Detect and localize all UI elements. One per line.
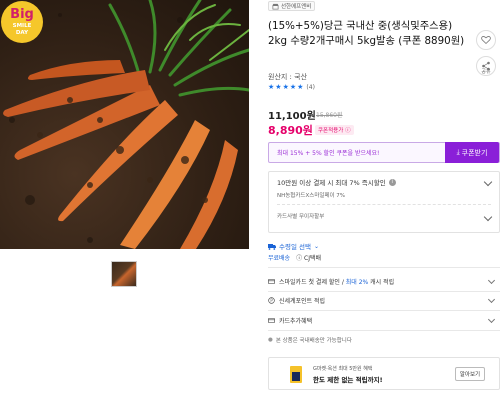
banner-subtitle: G마켓·옥션 최대 5만원 혜택 <box>313 366 373 372</box>
sale-price: 11,100원 <box>268 111 316 122</box>
divider <box>268 310 500 311</box>
download-icon: ⤓ <box>456 148 460 156</box>
badge-line1: Big <box>10 7 34 22</box>
thumbnail-image[interactable] <box>111 261 137 287</box>
card-extra-benefit-row[interactable]: 카드추가혜택 <box>268 312 500 328</box>
card-benefit-line1: 10만원 이상 결제 시 최대 7% 즉시할인 i <box>277 177 396 187</box>
chevron-down-icon[interactable] <box>483 177 493 187</box>
card-benefit-line2: NH농협카드X스마일페이 7% <box>277 193 346 199</box>
chevron-down-icon <box>487 295 496 304</box>
promo-banner[interactable]: G마켓·옥션 최대 5만원 혜택 한도 제한 없는 적립까지! 알아보기 <box>268 357 500 390</box>
product-info-panel: 선한에프엔비 (15%+5%)당근 국내산 중(생식및주스용) 2kg 수량2개… <box>268 0 500 405</box>
coupon-bar[interactable]: 최대 15% + 5% 할인 쿠폰을 받으세요! ⤓ 쿠폰받기 <box>268 142 500 163</box>
shinsegae-point-row[interactable]: P 신세계포인트 적립 <box>268 292 500 308</box>
card-icon <box>268 317 275 323</box>
domestic-only-text: 본 상품은 국내배송만 가능합니다 <box>275 338 352 344</box>
heart-icon <box>481 36 491 45</box>
smilecard-suffix: 캐시 적립 <box>368 278 395 286</box>
star-icon: ★ <box>289 83 297 91</box>
origin-text: 원산지 : 국산 <box>268 73 308 81</box>
courier-text: ⓘ CJ택배 <box>296 253 321 262</box>
wishlist-button[interactable] <box>476 30 496 50</box>
get-coupon-button[interactable]: ⤓ 쿠폰받기 <box>445 142 499 163</box>
badge-line2: SMILE <box>13 23 32 29</box>
chevron-down-icon <box>487 315 496 324</box>
chevron-down-icon: ⌄ <box>313 242 319 250</box>
card-extra-text: 카드추가혜택 <box>279 317 313 325</box>
divider <box>268 330 500 331</box>
rating[interactable]: ★ ★ ★ ★ ★ (4) <box>268 83 315 92</box>
courier-name: CJ택배 <box>304 255 322 262</box>
smilecard-prefix: 스마일카드 첫 결제 할인 / <box>279 278 346 286</box>
star-icon: ★ <box>268 83 275 91</box>
store-icon <box>272 3 279 9</box>
rating-count: (4) <box>306 84 315 91</box>
badge-line3: DAY <box>16 30 29 36</box>
credit-card-image <box>290 366 302 383</box>
delivery-date-select[interactable]: 수령일 선택 ⌄ <box>268 241 319 251</box>
coupon-bar-text: 최대 15% + 5% 할인 쿠폰을 받으세요! <box>277 150 380 157</box>
star-icon: ★ <box>297 83 304 91</box>
chevron-down-icon[interactable] <box>483 212 493 222</box>
coupon-price-tag[interactable]: 쿠폰적용가 ⓘ <box>315 125 354 135</box>
big-smile-day-badge: Big SMILE DAY <box>1 1 43 43</box>
free-shipping-text: 무료배송 <box>268 255 291 262</box>
divider <box>277 204 491 205</box>
coupon-price: 8,890원 <box>268 124 313 137</box>
divider <box>268 267 500 268</box>
card-benefit-headline: 10만원 이상 결제 시 최대 7% 즉시할인 <box>277 179 386 187</box>
smilecard-text: 스마일카드 첫 결제 할인 / 최대 2% 캐시 적립 <box>279 277 394 286</box>
domestic-only-notice: ● 본 상품은 국내배송만 가능합니다 <box>268 336 352 344</box>
star-icon: ★ <box>275 83 282 91</box>
seller-tag[interactable]: 선한에프엔비 <box>268 1 316 11</box>
info-icon: ● <box>268 337 273 343</box>
installment-text: 카드사별 무이자할부 <box>277 214 325 220</box>
coupon-tag-label: 쿠폰적용가 <box>318 128 344 134</box>
info-icon: ⓘ <box>296 255 303 262</box>
delivery-date-label: 수령일 선택 <box>279 243 311 251</box>
product-main-image: Big SMILE DAY <box>0 0 249 249</box>
star-icon: ★ <box>282 83 289 91</box>
info-icon[interactable]: i <box>388 178 396 186</box>
chevron-down-icon <box>487 276 496 285</box>
seller-name: 선한에프엔비 <box>281 4 312 10</box>
smilecard-highlight: 최대 2% <box>345 278 369 286</box>
original-price: 15,860원 <box>316 112 343 119</box>
point-icon: P <box>268 296 275 304</box>
shinsegae-point-text: 신세계포인트 적립 <box>279 297 326 305</box>
card-icon <box>268 278 275 284</box>
info-icon: ⓘ <box>345 128 351 134</box>
smilecard-benefit-row[interactable]: 스마일카드 첫 결제 할인 / 최대 2% 캐시 적립 <box>268 273 500 289</box>
learn-more-button[interactable]: 알아보기 <box>455 367 485 381</box>
banner-title: 한도 제한 없는 적립까지! <box>313 376 383 384</box>
share-label: 공유 <box>481 69 491 75</box>
card-benefit-box[interactable]: 10만원 이상 결제 시 최대 7% 즉시할인 i NH농협카드X스마일페이 7… <box>268 171 500 233</box>
get-coupon-label: 쿠폰받기 <box>461 148 488 157</box>
product-title: (15%+5%)당근 국내산 중(생식및주스용) 2kg 수량2개구매시 5kg… <box>268 20 465 47</box>
svg-text:P: P <box>270 298 273 303</box>
truck-icon <box>268 243 276 250</box>
shipping-section: 수령일 선택 ⌄ 무료배송 ⓘ CJ택배 <box>268 241 321 262</box>
shipping-info: 무료배송 ⓘ CJ택배 <box>268 253 321 262</box>
